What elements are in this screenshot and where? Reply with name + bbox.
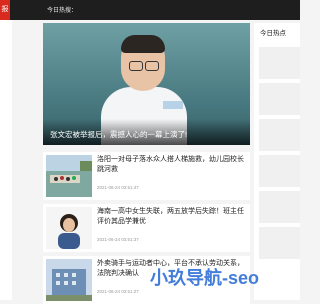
hot-search-label: 今日热搜： — [47, 8, 78, 14]
sidebar-title: 今日热点 — [260, 30, 286, 37]
hero-person-hair — [121, 35, 165, 53]
watermark-text: 小玖导航-seo — [150, 268, 260, 288]
name-badge — [163, 101, 183, 109]
news-item[interactable]: 海南一高中女生失联，两五放学后失踪！班主任评价其品学兼优 2021-06-24 … — [43, 204, 250, 252]
sidebar-placeholder[interactable] — [259, 191, 300, 223]
site-logo[interactable]: 报 — [0, 0, 10, 20]
news-thumbnail[interactable] — [46, 207, 92, 249]
news-date: 2021-06-24 03:51:37 — [97, 237, 139, 242]
top-bar: 报 今日热搜： — [0, 0, 300, 20]
sidebar-placeholder[interactable] — [259, 83, 300, 115]
sidebar-placeholder[interactable] — [259, 227, 300, 259]
news-item[interactable]: 洛阳一对母子落水众人搭人梯施救，幼儿园校长跳河救 2021-06-24 03:5… — [43, 152, 250, 200]
sidebar-placeholder[interactable] — [259, 47, 300, 79]
sidebar-placeholder[interactable] — [259, 155, 300, 187]
news-date: 2021-06-24 03:51:27 — [97, 289, 139, 294]
news-date: 2021-06-24 03:51:47 — [97, 185, 139, 190]
glasses-right — [145, 61, 159, 71]
building-photo-icon — [46, 259, 92, 301]
news-title[interactable]: 洛阳一对母子落水众人搭人梯施救，幼儿园校长跳河救 — [97, 155, 247, 175]
main-content: 张文宏被举报后，震撼人心的一幕上演了! 洛阳一对母子落水众人搭人梯施救，幼儿园校… — [43, 23, 250, 304]
hero-caption[interactable]: 张文宏被举报后，震撼人心的一幕上演了! — [50, 129, 187, 140]
glasses-left — [129, 61, 143, 71]
sidebar-hot-topics: 今日热点 — [254, 23, 300, 300]
left-strip — [0, 20, 12, 300]
student-photo-icon — [46, 207, 92, 249]
hero-slide[interactable]: 张文宏被举报后，震撼人心的一幕上演了! — [43, 23, 250, 145]
hero-pagination — [233, 135, 247, 145]
news-thumbnail[interactable] — [46, 259, 92, 301]
news-thumbnail[interactable] — [46, 155, 92, 197]
sidebar-placeholder[interactable] — [259, 119, 300, 151]
news-title[interactable]: 海南一高中女生失联，两五放学后失踪！班主任评价其品学兼优 — [97, 207, 247, 227]
river-scene-icon — [46, 155, 92, 197]
